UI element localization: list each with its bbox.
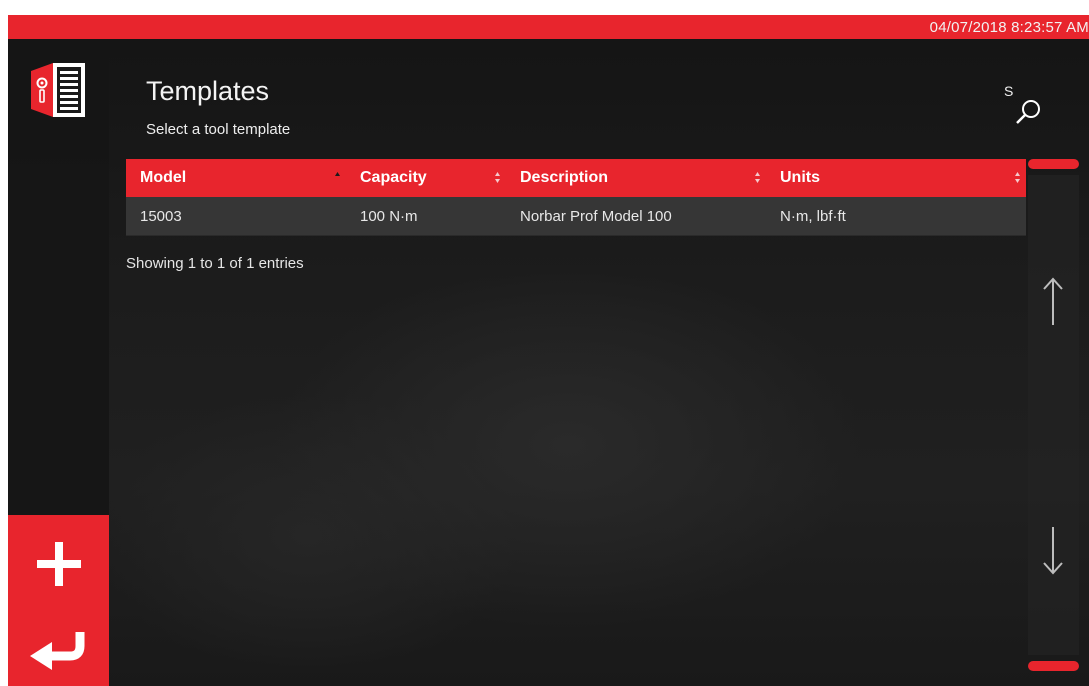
- cell-capacity: 100 N·m: [360, 207, 418, 225]
- search-label: S: [1004, 83, 1014, 99]
- sidebar: [8, 39, 109, 686]
- table-row[interactable]: 15003 100 N·m Norbar Prof Model 100 N·m,…: [126, 197, 1026, 236]
- templates-table: Model Capacity Description Units 15003 1…: [126, 159, 1026, 236]
- screen: 04/07/2018 8:23:57 AM Templates Select a…: [8, 15, 1089, 686]
- add-template-button[interactable]: [8, 515, 109, 613]
- cell-description: Norbar Prof Model 100: [520, 207, 672, 225]
- sort-icon: [495, 172, 500, 183]
- scrollbar-bottom-cap: [1028, 661, 1079, 671]
- back-button[interactable]: [8, 613, 109, 686]
- column-header-model[interactable]: Model: [126, 159, 346, 197]
- cell-units: N·m, lbf·ft: [780, 207, 846, 225]
- sort-icon: [755, 172, 760, 183]
- page-title: Templates: [146, 76, 270, 106]
- arrow-down-icon[interactable]: [1038, 525, 1068, 577]
- scrollbar-top-cap: [1028, 159, 1079, 169]
- column-header-label: Units: [780, 169, 820, 186]
- column-header-units[interactable]: Units: [766, 159, 1026, 197]
- column-header-label: Model: [140, 169, 187, 186]
- column-header-capacity[interactable]: Capacity: [346, 159, 506, 197]
- page-subtitle: Select a tool template: [146, 121, 291, 138]
- table-info: Showing 1 to 1 of 1 entries: [126, 255, 304, 272]
- sort-ascending-icon: [335, 172, 340, 176]
- sort-icon: [1015, 172, 1020, 183]
- arrow-up-icon[interactable]: [1038, 275, 1068, 327]
- column-header-label: Capacity: [360, 169, 427, 186]
- status-bar: 04/07/2018 8:23:57 AM: [8, 15, 1089, 39]
- search-button[interactable]: S: [1001, 81, 1049, 129]
- column-header-label: Description: [520, 169, 609, 186]
- scrollbar[interactable]: [1028, 159, 1079, 671]
- datetime: 04/07/2018 8:23:57 AM: [929, 19, 1089, 36]
- plus-icon: [36, 542, 81, 586]
- return-arrow-icon: [29, 631, 84, 670]
- cell-model: 15003: [140, 207, 182, 225]
- column-header-description[interactable]: Description: [506, 159, 766, 197]
- template-book-icon: [31, 63, 85, 117]
- scrollbar-track[interactable]: [1028, 175, 1079, 655]
- table-header: Model Capacity Description Units: [126, 159, 1026, 197]
